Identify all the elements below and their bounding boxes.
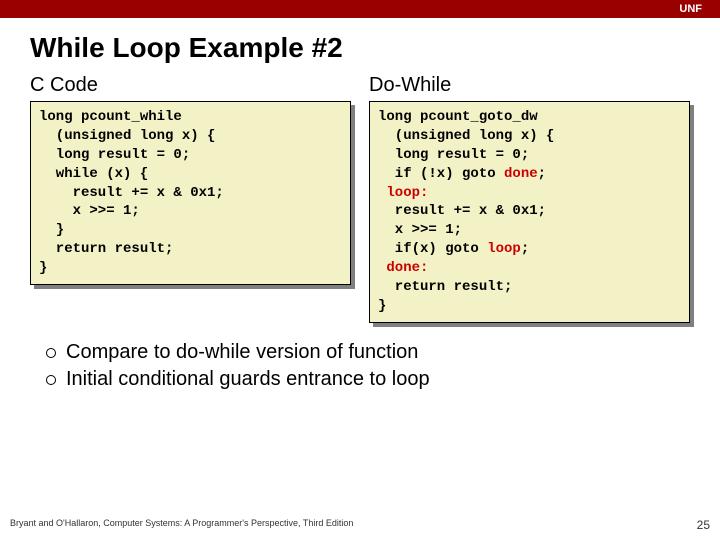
code-text: long result = 0; [378, 147, 529, 163]
code-text: if(x) goto [378, 241, 487, 257]
code-text: x >>= 1; [39, 203, 140, 219]
code-text: (unsigned long x) { [39, 128, 215, 144]
bullet-list: Compare to do-while version of function I… [0, 323, 720, 393]
code-text: } [39, 260, 47, 276]
bullet-item: Initial conditional guards entrance to l… [46, 366, 690, 393]
page-number: 25 [697, 518, 710, 532]
right-column: Do-While long pcount_goto_dw (unsigned l… [369, 74, 690, 323]
code-line: x >>= 1; [378, 221, 681, 240]
code-line: result += x & 0x1; [378, 202, 681, 221]
bullet-item: Compare to do-while version of function [46, 339, 690, 366]
code-text: while (x) { [39, 166, 148, 182]
code-line: (unsigned long x) { [378, 127, 681, 146]
bullet-icon [46, 348, 56, 358]
right-code: long pcount_goto_dw (unsigned long x) { … [369, 101, 690, 323]
slide-title: While Loop Example #2 [0, 18, 720, 74]
code-text: } [378, 298, 386, 314]
code-line: } [39, 259, 342, 278]
code-text: if (!x) goto [378, 166, 504, 182]
code-line: done: [378, 259, 681, 278]
code-line: long result = 0; [378, 146, 681, 165]
code-text: long pcount_goto_dw [378, 109, 538, 125]
code-line: return result; [39, 240, 342, 259]
right-heading: Do-While [369, 74, 690, 101]
code-text: ; [538, 166, 546, 182]
left-code: long pcount_while (unsigned long x) { lo… [30, 101, 351, 285]
slide: UNF While Loop Example #2 C Code long pc… [0, 0, 720, 540]
bullet-text: Compare to do-while version of function [66, 341, 418, 364]
brand-text: UNF [679, 3, 702, 15]
code-line: if (!x) goto done; [378, 165, 681, 184]
code-text: ; [521, 241, 529, 257]
code-line: } [39, 221, 342, 240]
code-line: long pcount_goto_dw [378, 108, 681, 127]
code-text: result += x & 0x1; [39, 185, 224, 201]
code-line: result += x & 0x1; [39, 184, 342, 203]
code-line: if(x) goto loop; [378, 240, 681, 259]
code-line: x >>= 1; [39, 202, 342, 221]
brand-bar: UNF [0, 0, 720, 18]
code-keyword: done: [386, 260, 428, 276]
footer-text: Bryant and O'Hallaron, Computer Systems:… [10, 518, 353, 532]
code-keyword: loop [487, 241, 521, 257]
code-text: x >>= 1; [378, 222, 462, 238]
right-code-wrap: long pcount_goto_dw (unsigned long x) { … [369, 101, 690, 323]
left-code-wrap: long pcount_while (unsigned long x) { lo… [30, 101, 351, 285]
code-text: result += x & 0x1; [378, 203, 546, 219]
code-text: long pcount_while [39, 109, 182, 125]
code-keyword: done [504, 166, 538, 182]
code-keyword: loop: [386, 185, 428, 201]
code-text: return result; [378, 279, 512, 295]
code-text: } [39, 222, 64, 238]
code-text: return result; [39, 241, 173, 257]
footer: Bryant and O'Hallaron, Computer Systems:… [10, 518, 710, 532]
bullet-text: Initial conditional guards entrance to l… [66, 368, 430, 391]
bullet-icon [46, 375, 56, 385]
code-line: loop: [378, 184, 681, 203]
left-column: C Code long pcount_while (unsigned long … [30, 74, 351, 323]
code-line: } [378, 297, 681, 316]
code-line: return result; [378, 278, 681, 297]
code-text: long result = 0; [39, 147, 190, 163]
code-line: (unsigned long x) { [39, 127, 342, 146]
code-line: long result = 0; [39, 146, 342, 165]
code-text: (unsigned long x) { [378, 128, 554, 144]
left-heading: C Code [30, 74, 351, 101]
code-line: long pcount_while [39, 108, 342, 127]
code-line: while (x) { [39, 165, 342, 184]
columns: C Code long pcount_while (unsigned long … [0, 74, 720, 323]
